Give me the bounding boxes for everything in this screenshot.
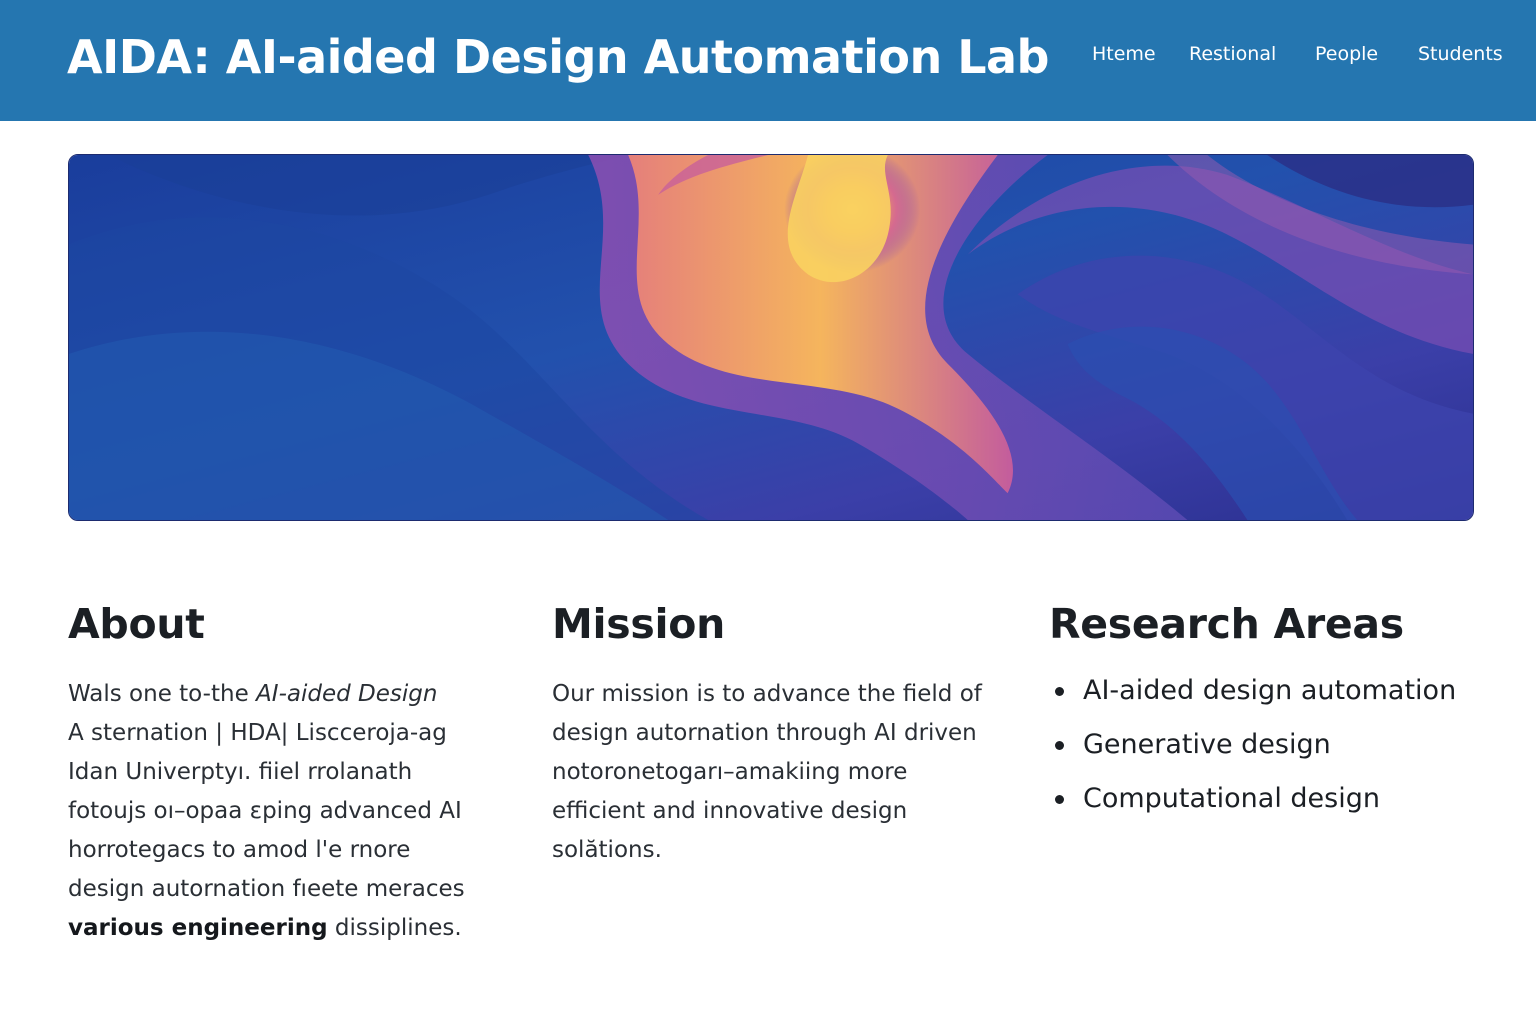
list-item: AI-aided design automation	[1049, 664, 1456, 718]
site-header: AIDA: AI-aided Design Automation Lab Hte…	[0, 0, 1536, 121]
about-paragraph: Wals one to-the AI-aided Design A sterna…	[68, 675, 465, 948]
research-areas-list: AI-aided design automation Generative de…	[1049, 664, 1456, 826]
about-line-bold: various engineering	[68, 915, 328, 941]
about-line: horrotegacs to amod l'e rnore	[68, 837, 411, 863]
mission-line: notoronetogarı–amakiing more	[552, 759, 908, 785]
about-section: About Wals one to-the AI-aided Design A …	[68, 598, 465, 948]
mission-line: solătions.	[552, 837, 662, 863]
nav-link-students[interactable]: Students	[1418, 40, 1503, 68]
about-line-text: dissiplines.	[327, 915, 462, 941]
bullet-icon	[1055, 687, 1064, 696]
bullet-icon	[1055, 741, 1064, 750]
list-item: Computational design	[1049, 772, 1456, 826]
about-line: Wals one to-the AI-aided Design	[68, 675, 465, 714]
about-heading: About	[68, 600, 205, 648]
about-line: Idan Univerptyı. fiiel rrolanath	[68, 759, 413, 785]
abstract-wave-artwork	[69, 155, 1473, 520]
list-item: Generative design	[1049, 718, 1456, 772]
about-line: design autornation fıeete meraces	[68, 876, 465, 902]
nav-link-restional[interactable]: Restional	[1189, 40, 1276, 68]
list-item-label: Generative design	[1083, 729, 1331, 760]
about-line: various engineering dissiplines.	[68, 909, 465, 948]
research-areas-heading: Research Areas	[1049, 600, 1404, 648]
research-areas-section: Research Areas AI-aided design automatio…	[1049, 598, 1456, 826]
about-line-italic: AI-aided Design	[256, 681, 438, 707]
mission-line: efficient and innovative design	[552, 798, 908, 824]
mission-line: design autornation through AI driven	[552, 720, 977, 746]
mission-paragraph: Our mission is to advance the field of d…	[552, 675, 982, 870]
about-line: fotoujs oı–opaa εping advanced AI	[68, 798, 462, 824]
hero-banner-image	[68, 154, 1474, 521]
nav-link-home[interactable]: Hteme	[1092, 40, 1156, 68]
bullet-icon	[1055, 795, 1064, 804]
list-item-label: Computational design	[1083, 783, 1380, 814]
list-item-label: AI-aided design automation	[1083, 675, 1457, 706]
mission-section: Mission Our mission is to advance the fi…	[552, 598, 982, 870]
mission-line: Our mission is to advance the field of	[552, 681, 982, 707]
about-line: A sternation | HDA| Liscceroja-ag	[68, 720, 447, 746]
site-title: AIDA: AI-aided Design Automation Lab	[67, 30, 1049, 84]
about-line-text: Wals one to-the	[68, 681, 257, 707]
nav-link-people[interactable]: People	[1315, 40, 1378, 68]
mission-heading: Mission	[552, 600, 725, 648]
